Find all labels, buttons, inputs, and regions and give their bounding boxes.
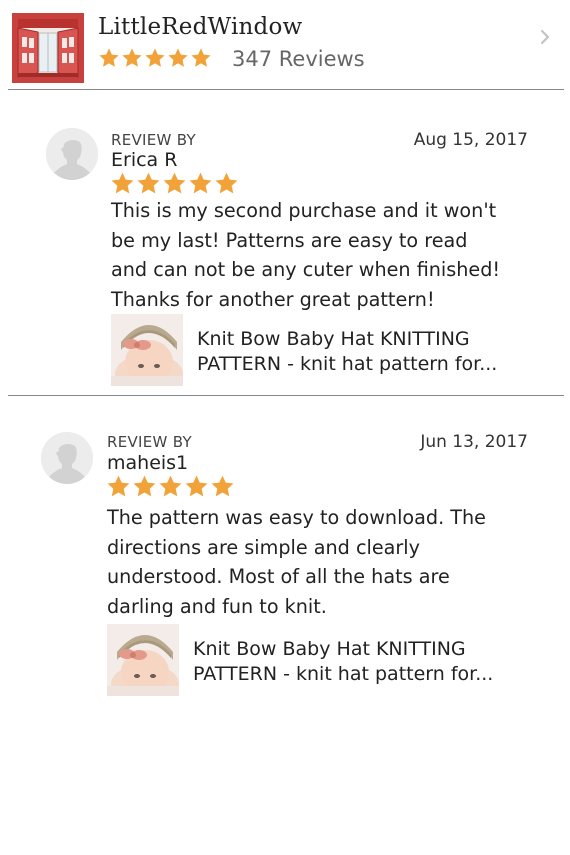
star-icon	[163, 172, 186, 194]
star-icon	[191, 48, 211, 67]
review-text-line: This is my second purchase and it won't	[111, 199, 497, 222]
divider	[8, 395, 564, 396]
review-by-label: REVIEW BY	[111, 131, 196, 149]
review-date: Jun 13, 2017	[420, 432, 528, 452]
shop-rating-stars	[98, 47, 212, 71]
shop-header[interactable]: LittleRedWindow 347 Reviews	[0, 0, 570, 90]
reviewer-name[interactable]: Erica R	[111, 149, 177, 171]
star-icon	[189, 172, 212, 194]
star-icon	[111, 172, 134, 194]
review-by-label: REVIEW BY	[107, 433, 192, 451]
review-text-line: directions are simple and clearly	[107, 535, 420, 559]
star-icon	[159, 475, 182, 497]
star-icon	[99, 48, 119, 67]
review-count[interactable]: 347 Reviews	[232, 47, 365, 71]
star-icon	[122, 48, 142, 67]
review-text-line: be my last! Patterns are easy to read	[111, 228, 468, 252]
star-icon	[215, 172, 238, 194]
star-icon	[145, 48, 165, 67]
review-text: The pattern was easy to download. The di…	[107, 503, 547, 621]
review-rating-stars	[110, 171, 239, 199]
product-title-line: PATTERN - knit hat pattern for...	[197, 352, 498, 375]
review-date: Aug 15, 2017	[413, 130, 528, 150]
star-icon	[211, 475, 234, 497]
shop-name[interactable]: LittleRedWindow	[98, 14, 302, 40]
review-text: This is my second purchase and it won't …	[111, 196, 551, 314]
star-icon	[133, 475, 156, 497]
product-title[interactable]: Knit Bow Baby Hat KNITTING PATTERN - kni…	[197, 327, 537, 376]
product-title-line: Knit Bow Baby Hat KNITTING	[197, 328, 470, 350]
star-icon	[137, 172, 160, 194]
review-rating-stars	[106, 474, 235, 502]
product-title[interactable]: Knit Bow Baby Hat KNITTING PATTERN - kni…	[193, 637, 533, 686]
review-text-line: Thanks for another great pattern!	[111, 287, 435, 311]
review-text-line: and can not be any cuter when finished!	[111, 258, 501, 281]
star-icon	[185, 475, 208, 497]
product-title-line: Knit Bow Baby Hat KNITTING	[193, 638, 466, 660]
product-title-line: PATTERN - knit hat pattern for...	[193, 662, 494, 685]
star-icon	[168, 48, 188, 67]
reviewer-name[interactable]: maheis1	[107, 452, 188, 474]
product-thumbnail[interactable]	[107, 624, 179, 696]
review-text-line: understood. Most of all the hats are	[107, 565, 450, 588]
divider	[8, 89, 564, 90]
user-avatar-icon[interactable]	[46, 128, 98, 180]
chevron-right-icon[interactable]	[536, 28, 554, 46]
star-icon	[107, 475, 130, 497]
review-text-line: The pattern was easy to download. The	[107, 506, 486, 529]
product-thumbnail[interactable]	[111, 314, 183, 386]
user-avatar-icon[interactable]	[41, 432, 93, 484]
review-text-line: darling and fun to knit.	[107, 594, 327, 618]
window-logo-icon	[12, 13, 84, 83]
